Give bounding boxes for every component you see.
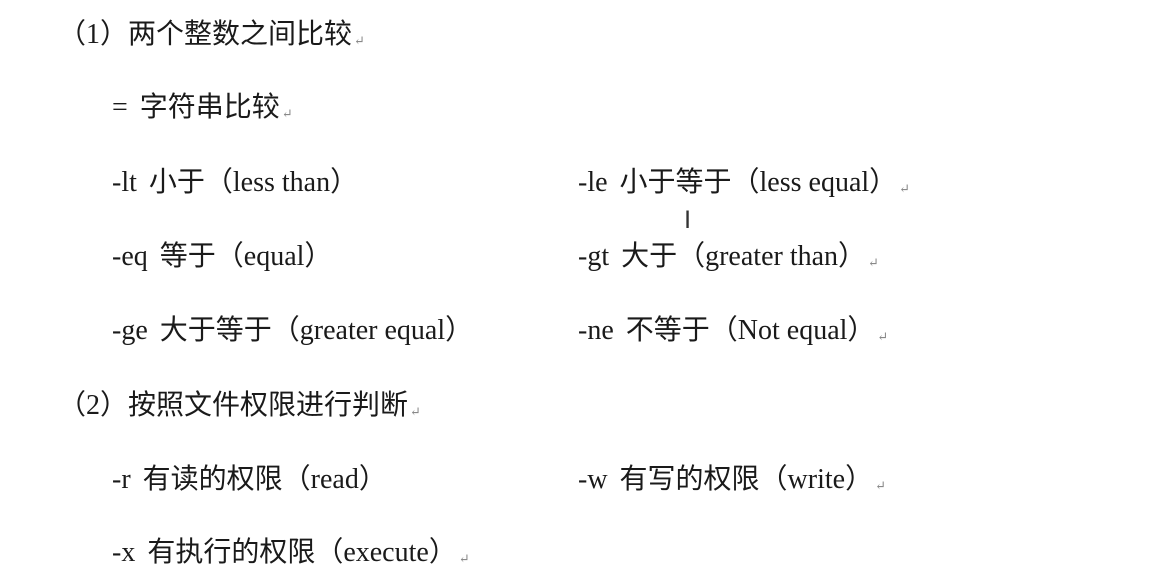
- operator: -lt: [112, 167, 137, 198]
- string-compare-line: = 字符串比较 ↵: [112, 90, 293, 132]
- operator: -w: [578, 464, 608, 495]
- op-eq: -eq 等于（equal）: [112, 239, 332, 275]
- description: 等于（equal）: [159, 241, 333, 272]
- paragraph-mark-icon: ↵: [354, 33, 365, 48]
- section-heading-file: （2）按照文件权限进行判断 ↵: [58, 388, 421, 430]
- description: 不等于（Not equal）: [625, 315, 876, 346]
- text-cursor-icon: I: [684, 206, 692, 234]
- paragraph-mark-icon: ↵: [875, 478, 886, 493]
- paragraph-mark-icon: ↵: [877, 329, 889, 344]
- description: 有执行的权限（execute）: [147, 537, 457, 568]
- op-ne: -ne 不等于（Not equal） ↵: [578, 313, 888, 355]
- operator: -le: [578, 167, 608, 198]
- op-ge: -ge 大于等于（greater equal）: [112, 313, 473, 349]
- description: 小于（less than）: [148, 167, 359, 198]
- description: 大于（greater than）: [621, 241, 867, 272]
- op-r: -r 有读的权限（read）: [112, 462, 387, 498]
- paragraph-mark-icon: ↵: [410, 404, 421, 419]
- description: 小于等于（less equal）: [619, 167, 898, 198]
- operator: -gt: [578, 241, 610, 272]
- operator: -ne: [578, 315, 614, 346]
- op-lt: -lt 小于（less than）: [112, 165, 358, 201]
- section-heading-integer: （1）两个整数之间比较 ↵: [58, 17, 365, 59]
- heading-text: （1）两个整数之间比较: [58, 19, 353, 50]
- description: 字符串比较: [139, 92, 280, 123]
- description: 有写的权限（write）: [619, 464, 874, 495]
- op-x: -x 有执行的权限（execute） ↵: [112, 535, 470, 577]
- operator: -ge: [112, 315, 148, 346]
- paragraph-mark-icon: ↵: [281, 106, 293, 121]
- description: 大于等于（greater equal）: [159, 315, 474, 346]
- operator: -x: [112, 537, 136, 568]
- operator: -eq: [112, 241, 148, 272]
- operator: -r: [112, 464, 131, 495]
- paragraph-mark-icon: ↵: [868, 255, 879, 270]
- heading-text: （2）按照文件权限进行判断: [58, 390, 409, 421]
- op-gt: -gt 大于（greater than） ↵: [578, 239, 879, 281]
- paragraph-mark-icon: ↵: [899, 181, 911, 196]
- paragraph-mark-icon: ↵: [458, 551, 470, 566]
- description: 有读的权限（read）: [142, 464, 387, 495]
- op-w: -w 有写的权限（write） ↵: [578, 462, 886, 504]
- op-le: -le 小于等于（less equal） ↵: [578, 165, 910, 207]
- operator: =: [112, 92, 128, 123]
